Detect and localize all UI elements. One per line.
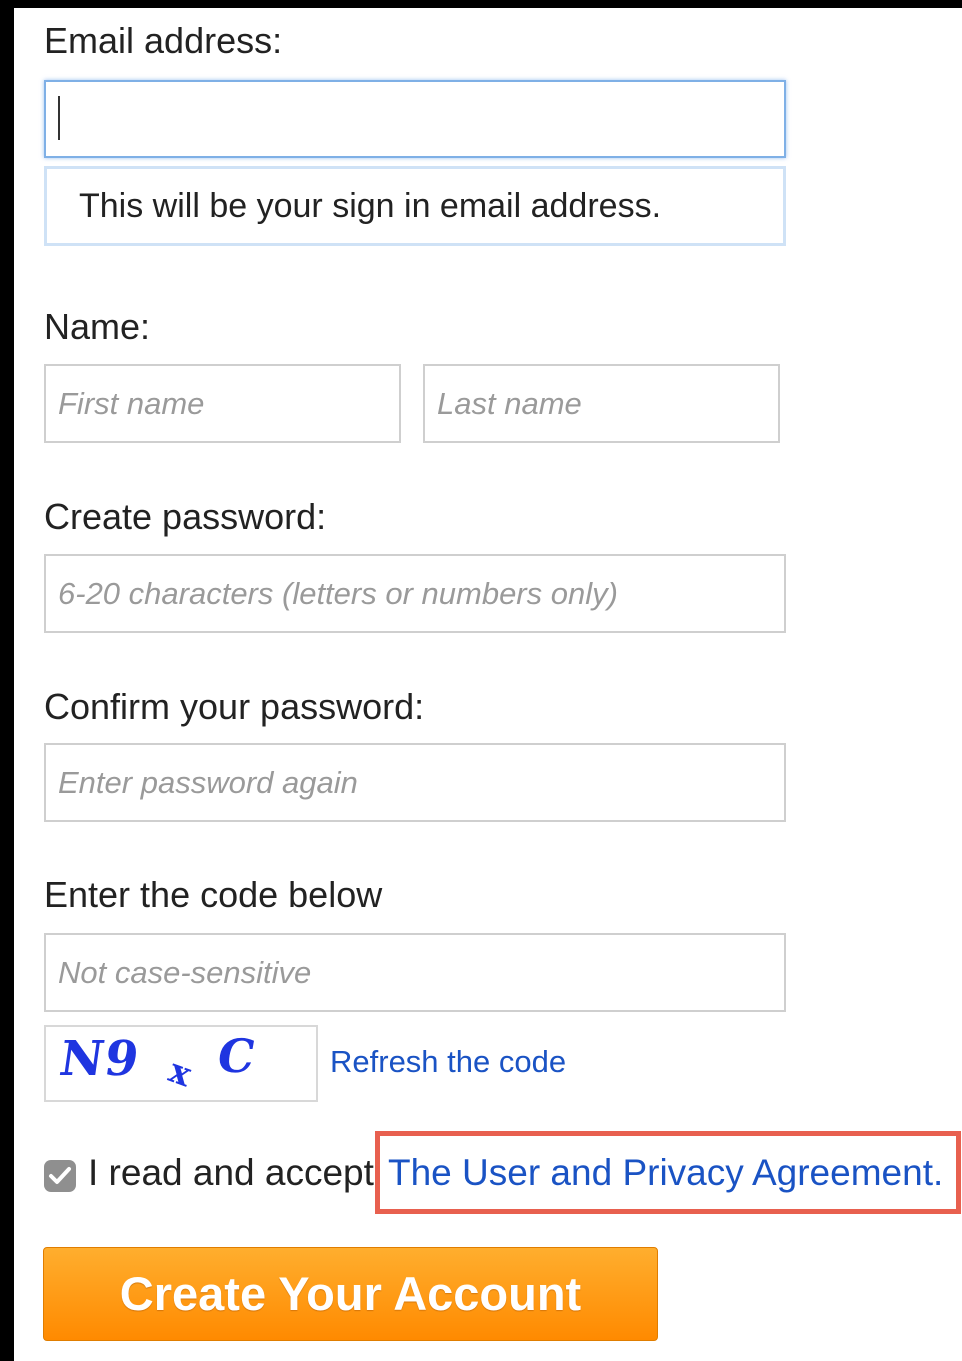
code-field[interactable]	[44, 933, 786, 1012]
captcha-text: N9	[56, 1031, 144, 1087]
password-field[interactable]	[44, 554, 786, 633]
text-caret	[58, 96, 60, 140]
name-label: Name:	[44, 306, 151, 347]
code-input[interactable]	[46, 935, 784, 1010]
code-label: Enter the code below	[44, 874, 383, 915]
email-field[interactable]	[44, 80, 786, 158]
confirm-password-field[interactable]	[44, 743, 786, 822]
email-label: Email address:	[44, 20, 283, 61]
password-label: Create password:	[44, 496, 327, 537]
checkmark-icon	[49, 1167, 71, 1184]
first-name-field[interactable]	[44, 364, 401, 443]
email-input[interactable]	[46, 82, 784, 156]
highlight-box	[375, 1131, 961, 1214]
captcha-image: N9 x C	[44, 1025, 318, 1102]
captcha-end-char: C	[213, 1029, 260, 1083]
last-name-field[interactable]	[423, 364, 780, 443]
confirm-password-label: Confirm your password:	[44, 686, 425, 727]
agreement-checkbox[interactable]	[44, 1160, 76, 1192]
captcha-small-char: x	[163, 1050, 197, 1096]
confirm-password-input[interactable]	[46, 745, 784, 820]
create-account-button[interactable]: Create Your Account	[43, 1247, 658, 1341]
password-input[interactable]	[46, 556, 784, 631]
agreement-text: I read and accept	[88, 1152, 374, 1193]
refresh-code-link[interactable]: Refresh the code	[330, 1044, 566, 1080]
first-name-input[interactable]	[46, 366, 399, 441]
last-name-input[interactable]	[425, 366, 778, 441]
email-hint: This will be your sign in email address.	[44, 166, 786, 246]
